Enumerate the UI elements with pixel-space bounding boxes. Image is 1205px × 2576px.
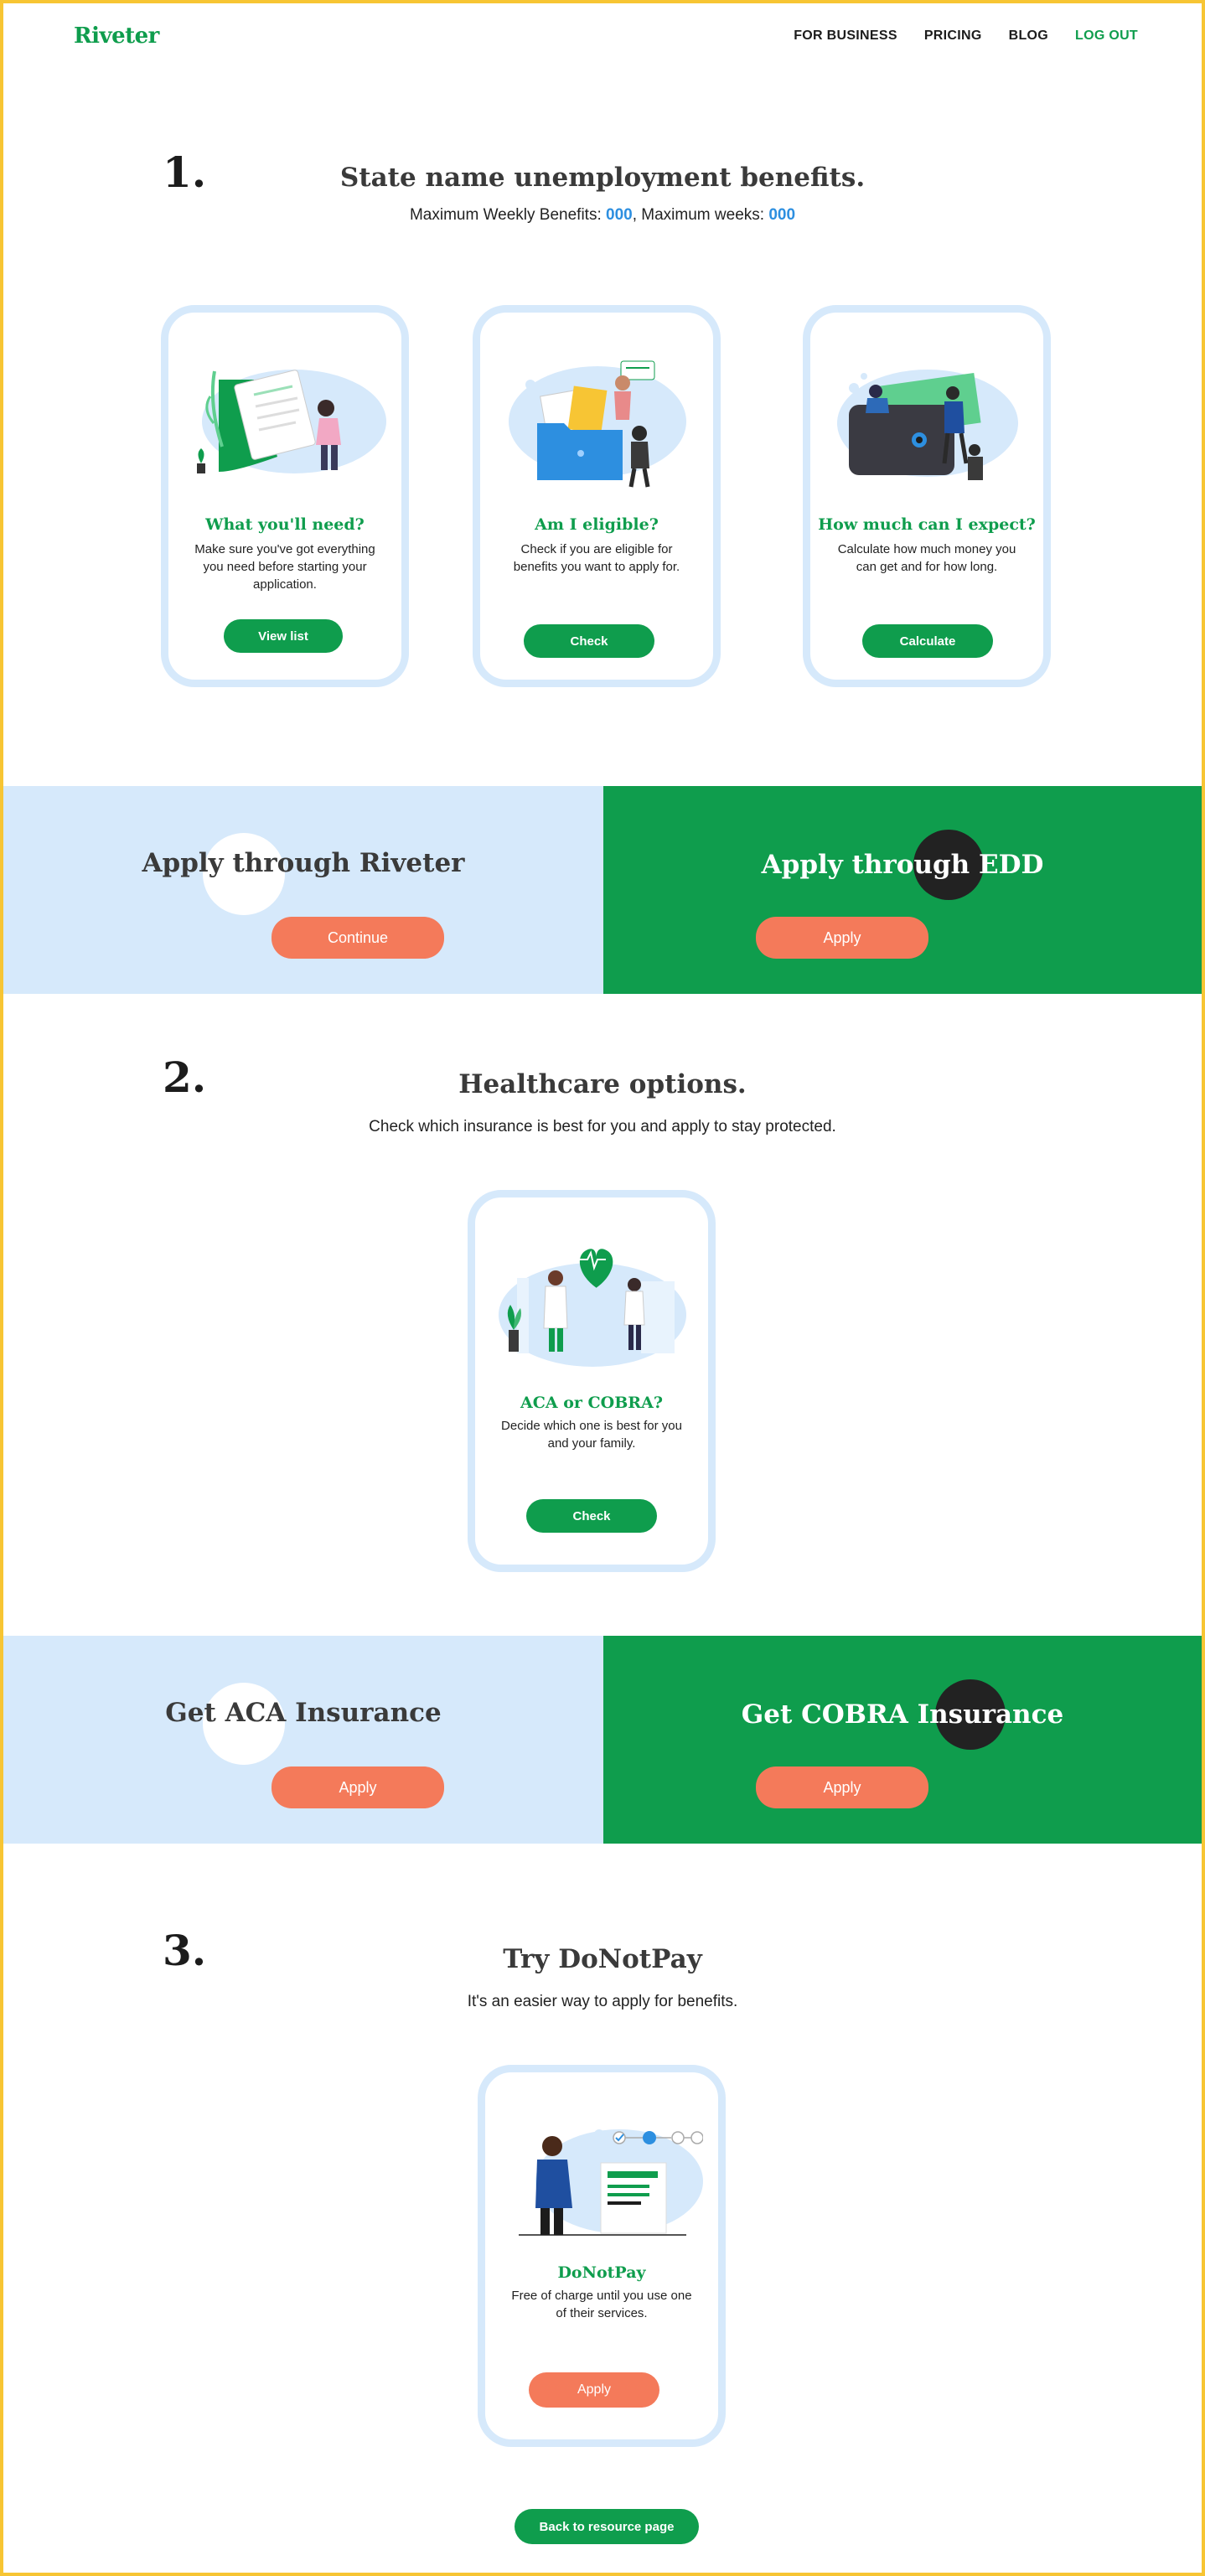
section-title: Try DoNotPay — [503, 1944, 702, 1974]
card-how-much: How much can I expect? Calculate how muc… — [803, 305, 1051, 687]
section-subtitle: Maximum Weekly Benefits: 000, Maximum we… — [0, 206, 1205, 225]
card-title: What you'll need? — [205, 515, 365, 534]
section-subtitle: Check which insurance is best for you an… — [369, 1118, 836, 1135]
max-weeks-value: 000 — [768, 206, 796, 224]
logo[interactable]: Riveter — [74, 23, 159, 49]
check-eligibility-button[interactable]: Check — [524, 624, 654, 658]
wallet-illustration — [837, 370, 1018, 480]
max-weekly-value: 000 — [606, 206, 633, 224]
aca-insurance-panel: Get ACA Insurance Apply — [3, 1636, 603, 1844]
panel-title: Apply through Riveter — [142, 848, 465, 878]
card-am-i-eligible: Am I eligible? Check if you are eligible… — [473, 305, 721, 687]
card-title: ACA or COBRA? — [520, 1394, 663, 1412]
calculate-button[interactable]: Calculate — [862, 624, 993, 658]
healthcare-illustration — [499, 1249, 686, 1367]
card-what-you-need: What you'll need? Make sure you've got e… — [161, 305, 409, 687]
documents-illustration — [197, 370, 386, 473]
apply-aca-button[interactable]: Apply — [272, 1766, 444, 1808]
apply-edd-panel: Apply through EDD Apply — [603, 786, 1202, 994]
nav-item-for-business[interactable]: FOR BUSINESS — [794, 28, 897, 44]
donotpay-illustration — [519, 2129, 703, 2236]
max-weekly-label: Maximum Weekly Benefits: — [409, 206, 607, 224]
back-to-resource-button[interactable]: Back to resource page — [515, 2509, 699, 2544]
card-title: Am I eligible? — [535, 515, 659, 534]
card-description: Calculate how much money you can get and… — [837, 542, 1016, 574]
panel-title: Apply through EDD — [761, 850, 1044, 880]
top-nav: FOR BUSINESS PRICING BLOG LOG OUT — [794, 28, 1138, 44]
continue-button[interactable]: Continue — [272, 917, 444, 959]
logout-link[interactable]: LOG OUT — [1075, 28, 1138, 44]
card-aca-or-cobra: ACA or COBRA? Decide which one is best f… — [468, 1190, 716, 1572]
nav-item-blog[interactable]: BLOG — [1009, 28, 1048, 44]
card-description: Make sure you've got everything you need… — [194, 542, 375, 592]
panel-title: Get ACA Insurance — [165, 1698, 442, 1728]
card-description: Decide which one is best for you and you… — [501, 1419, 682, 1451]
card-description: Free of charge until you use one of thei… — [511, 2289, 692, 2320]
apply-riveter-panel: Apply through Riveter Continue — [3, 786, 603, 994]
card-description: Check if you are eligible for benefits y… — [513, 542, 680, 574]
section-title: State name unemployment benefits. — [339, 163, 866, 193]
view-list-button[interactable]: View list — [224, 619, 343, 653]
apply-donotpay-button[interactable]: Apply — [529, 2372, 659, 2408]
cobra-insurance-panel: Get COBRA Insurance Apply — [603, 1636, 1202, 1844]
nav-item-pricing[interactable]: PRICING — [924, 28, 982, 44]
apply-edd-button[interactable]: Apply — [756, 917, 928, 959]
card-title: How much can I expect? — [818, 515, 1036, 534]
section-subtitle: It's an easier way to apply for benefits… — [467, 1993, 738, 2010]
card-donotpay: DoNotPay Free of charge until you use on… — [478, 2065, 726, 2447]
section-title: Healthcare options. — [458, 1069, 747, 1099]
folder-illustration — [509, 360, 686, 488]
apply-cobra-button[interactable]: Apply — [756, 1766, 928, 1808]
max-weeks-label: , Maximum weeks: — [632, 206, 769, 224]
check-healthcare-button[interactable]: Check — [526, 1499, 657, 1533]
panel-title: Get COBRA Insurance — [741, 1699, 1064, 1730]
card-title: DoNotPay — [557, 2263, 646, 2282]
